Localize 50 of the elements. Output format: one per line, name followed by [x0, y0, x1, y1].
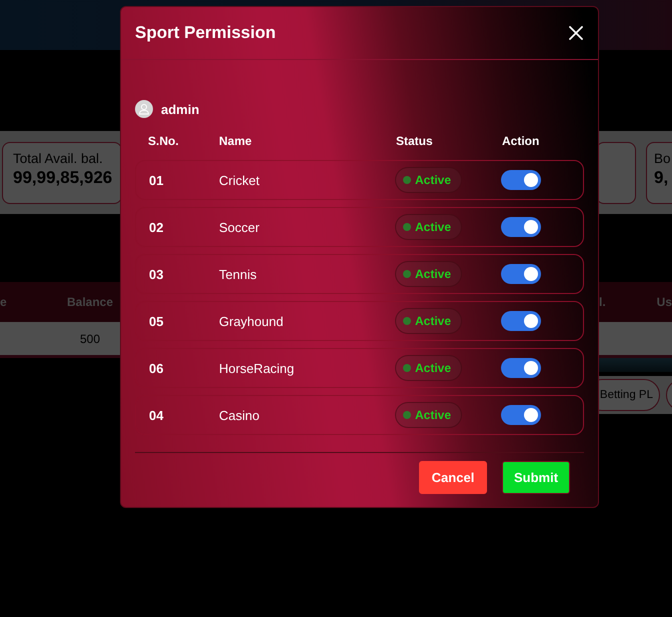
status-dot-icon	[403, 176, 411, 184]
column-header: S.No.	[148, 134, 180, 148]
status-dot-icon	[403, 364, 411, 372]
submit-button[interactable]: Submit	[502, 461, 570, 494]
cancel-button[interactable]: Cancel	[419, 461, 487, 494]
status-dot-icon	[403, 223, 411, 231]
serial-number: 01	[149, 172, 164, 188]
column-header: Name	[219, 134, 253, 148]
card-label: Bo	[654, 151, 672, 166]
balance-card	[596, 142, 636, 204]
status-text: Active	[415, 361, 452, 375]
status-text: Active	[415, 220, 452, 234]
toggle-switch[interactable]	[501, 170, 541, 190]
sport-name: Soccer	[219, 220, 260, 234]
card-value: 99,99,85,926	[13, 168, 111, 188]
toggle-switch[interactable]	[501, 405, 541, 425]
sport-name: Grayhound	[219, 314, 284, 328]
column-header: l.	[599, 295, 606, 309]
serial-number: 05	[149, 314, 164, 328]
sport-name: HorseRacing	[219, 360, 296, 376]
serial-number: 06	[149, 360, 164, 376]
status-text: Active	[415, 173, 452, 187]
serial-number: 02	[149, 220, 164, 234]
table-cell-text: 500	[78, 332, 102, 346]
toggle-switch[interactable]	[501, 311, 541, 331]
column-header: Balance	[66, 295, 114, 309]
column-header: Status	[396, 134, 434, 148]
toggle-switch[interactable]	[501, 264, 541, 284]
toggle-switch[interactable]	[501, 217, 541, 237]
status-dot-icon	[403, 270, 411, 278]
status-dot-icon	[403, 317, 411, 325]
sport-name: Casino	[219, 408, 260, 422]
toggle-switch[interactable]	[501, 358, 541, 378]
column-header: Action	[502, 134, 540, 148]
status-text: Active	[415, 314, 452, 328]
sport-name: Tennis	[219, 266, 258, 282]
serial-number: 04	[149, 408, 164, 422]
column-header: e	[0, 295, 8, 309]
user-name: admin	[161, 102, 200, 116]
user-avatar-icon	[135, 100, 153, 118]
serial-number: 03	[149, 266, 164, 282]
card-label: Total Avail. bal.	[13, 151, 104, 166]
column-header: Us	[656, 295, 672, 309]
status-text: Active	[415, 408, 452, 422]
sport-name: Cricket	[219, 172, 260, 188]
status-text: Active	[415, 267, 452, 281]
card-value: 9,	[654, 168, 670, 188]
status-dot-icon	[403, 411, 411, 419]
close-icon	[569, 26, 583, 40]
modal-title: Sport Permission	[135, 23, 276, 43]
